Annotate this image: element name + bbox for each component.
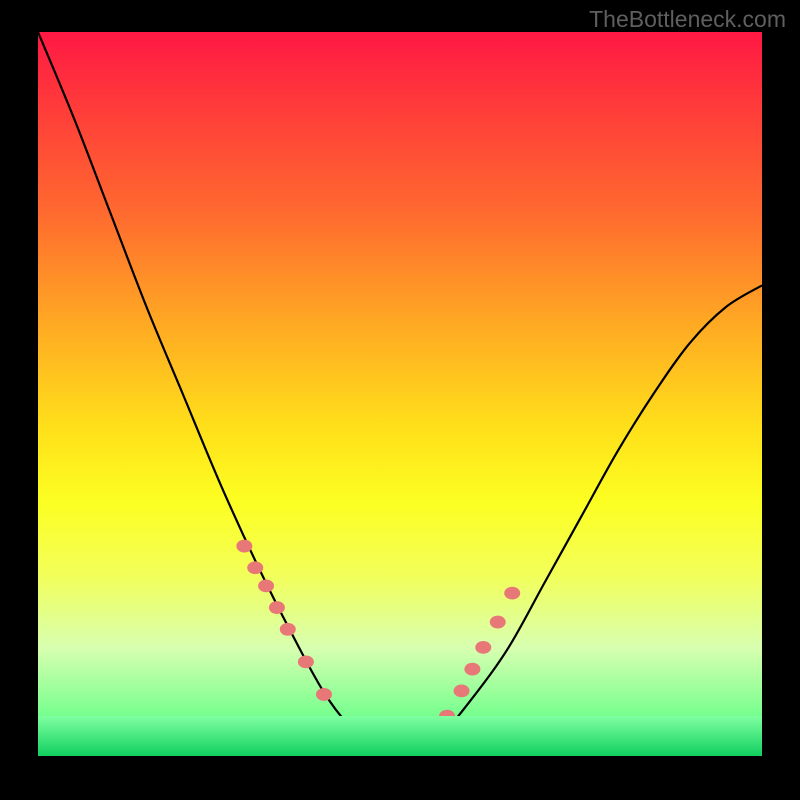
bottom-green-band (38, 716, 762, 756)
chart-plot-area (38, 32, 762, 756)
data-marker (464, 663, 480, 676)
chart-svg (38, 32, 762, 756)
data-marker (475, 641, 491, 654)
data-marker (247, 561, 263, 574)
data-marker (269, 601, 285, 614)
watermark-text: TheBottleneck.com (589, 6, 786, 33)
data-marker (504, 587, 520, 600)
data-marker (454, 684, 470, 697)
data-marker (236, 540, 252, 553)
data-marker (298, 655, 314, 668)
curve-path (38, 32, 762, 756)
data-marker (258, 579, 274, 592)
data-marker (490, 616, 506, 629)
data-marker (280, 623, 296, 636)
data-marker (316, 688, 332, 701)
